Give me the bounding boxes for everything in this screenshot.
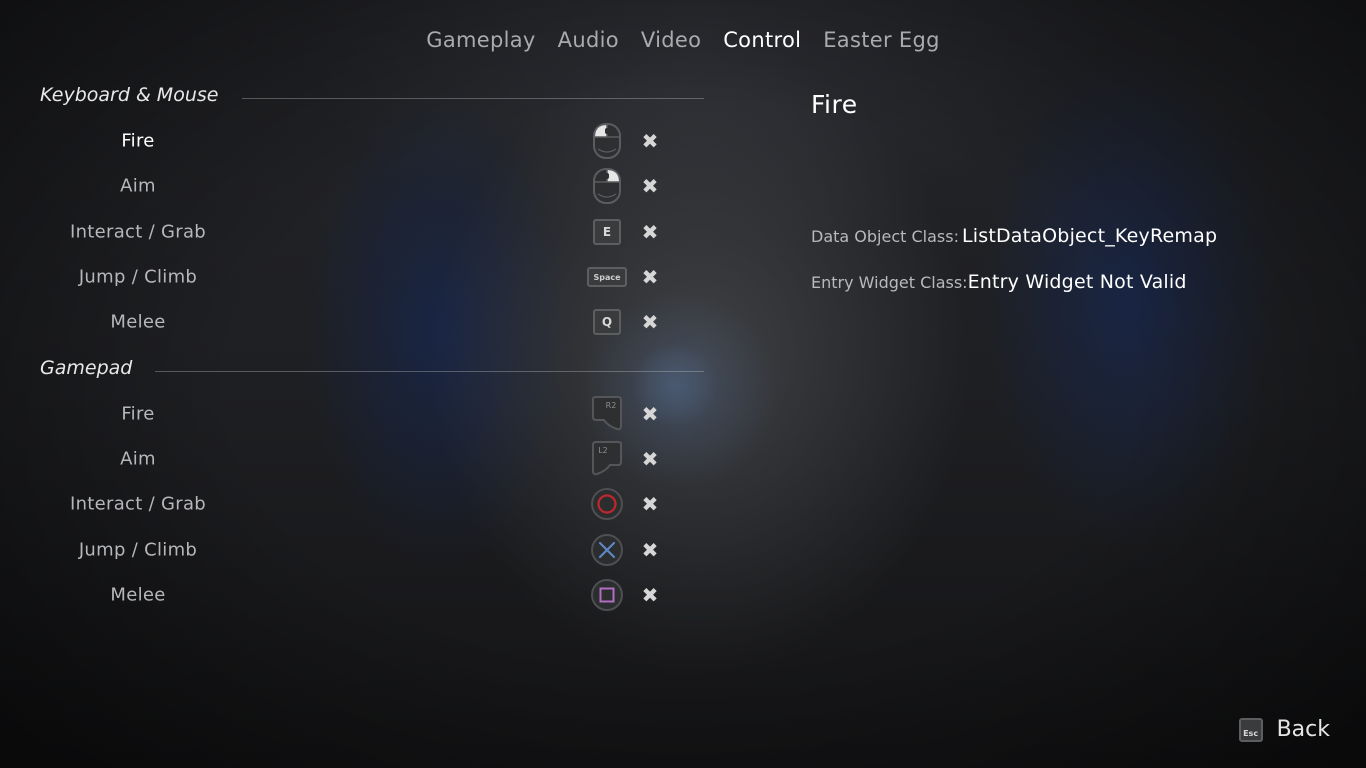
key-cap: Space (587, 267, 627, 287)
tab-gameplay[interactable]: Gameplay (415, 28, 546, 52)
section-divider (155, 371, 704, 372)
remove-binding-close-icon[interactable]: ✖ (640, 447, 660, 471)
details-title: Fire (811, 90, 858, 119)
keybind-label: Melee (110, 584, 166, 606)
gamepad-row-aim[interactable]: Aim L2 ✖ (0, 439, 700, 479)
keybind-label: Jump / Climb (78, 266, 198, 288)
data-object-class-value: ListDataObject_KeyRemap (961, 225, 1218, 247)
keybind-label: Interact / Grab (69, 493, 207, 515)
tab-easter-egg[interactable]: Easter Egg (812, 28, 950, 52)
remove-binding-close-icon[interactable]: ✖ (640, 174, 660, 198)
remove-binding-close-icon[interactable]: ✖ (640, 310, 660, 334)
keybind-label: Fire (121, 403, 155, 425)
gamepad-section-title: Gamepad (40, 357, 133, 379)
tab-video[interactable]: Video (630, 28, 712, 52)
keybind-row-aim[interactable]: Aim ✖ (0, 166, 700, 206)
r2-trigger-icon[interactable]: R2 (590, 396, 624, 431)
remove-binding-close-icon[interactable]: ✖ (640, 220, 660, 244)
keybind-row-interact[interactable]: Interact / Grab E ✖ (0, 212, 700, 252)
keybind-row-jump[interactable]: Jump / Climb Space ✖ (0, 257, 700, 297)
esc-key-icon: Esc (1238, 717, 1263, 742)
keyboard-section-title: Keyboard & Mouse (40, 84, 219, 106)
keybind-label: Aim (120, 175, 156, 197)
tab-control[interactable]: Control (712, 28, 812, 52)
entry-widget-class-row: Entry Widget Class: Entry Widget Not Val… (811, 271, 1187, 293)
data-object-class-row: Data Object Class: ListDataObject_KeyRem… (811, 225, 1217, 247)
remove-binding-close-icon[interactable]: ✖ (640, 538, 660, 562)
l2-trigger-text: L2 (598, 446, 608, 455)
remove-binding-close-icon[interactable]: ✖ (640, 402, 660, 426)
gamepad-row-fire[interactable]: Fire R2 ✖ (0, 394, 700, 434)
settings-tabs: Gameplay Audio Video Control Easter Egg (0, 28, 1366, 52)
r2-trigger-text: R2 (606, 401, 617, 410)
section-divider (242, 98, 704, 99)
keybind-label: Melee (110, 311, 166, 333)
remove-binding-close-icon[interactable]: ✖ (640, 265, 660, 289)
l2-trigger-icon[interactable]: L2 (590, 441, 624, 476)
remove-binding-close-icon[interactable]: ✖ (640, 492, 660, 516)
keybind-row-melee[interactable]: Melee Q ✖ (0, 302, 700, 342)
remove-binding-close-icon[interactable]: ✖ (640, 583, 660, 607)
entry-widget-class-label: Entry Widget Class: (811, 273, 968, 292)
gamepad-row-melee[interactable]: Melee ✖ (0, 575, 700, 615)
back-label: Back (1276, 717, 1330, 742)
back-button[interactable]: Esc Back (1238, 717, 1330, 742)
keybind-label: Fire (121, 130, 155, 152)
key-cap: Q (593, 309, 621, 335)
gamepad-row-jump[interactable]: Jump / Climb ✖ (0, 530, 700, 570)
key-q-icon[interactable]: Q (590, 305, 624, 339)
key-space-icon[interactable]: Space (586, 260, 628, 294)
mouse-left-click-icon[interactable] (590, 123, 624, 159)
keybind-label: Aim (120, 448, 156, 470)
data-object-class-label: Data Object Class: (811, 227, 959, 246)
entry-widget-class-value: Entry Widget Not Valid (967, 271, 1187, 293)
cross-button-icon[interactable] (590, 533, 624, 567)
keybind-row-fire[interactable]: Fire ✖ (0, 121, 700, 161)
keybind-label: Interact / Grab (69, 221, 207, 243)
tab-audio[interactable]: Audio (547, 28, 630, 52)
square-button-icon[interactable] (590, 578, 624, 612)
key-cap: E (593, 219, 621, 245)
gamepad-row-interact[interactable]: Interact / Grab ✖ (0, 484, 700, 524)
mouse-right-click-icon[interactable] (590, 168, 624, 204)
background-vignette (0, 0, 1366, 768)
circle-button-icon[interactable] (590, 487, 624, 521)
key-e-icon[interactable]: E (590, 215, 624, 249)
keybind-label: Jump / Climb (78, 539, 198, 561)
remove-binding-close-icon[interactable]: ✖ (640, 129, 660, 153)
